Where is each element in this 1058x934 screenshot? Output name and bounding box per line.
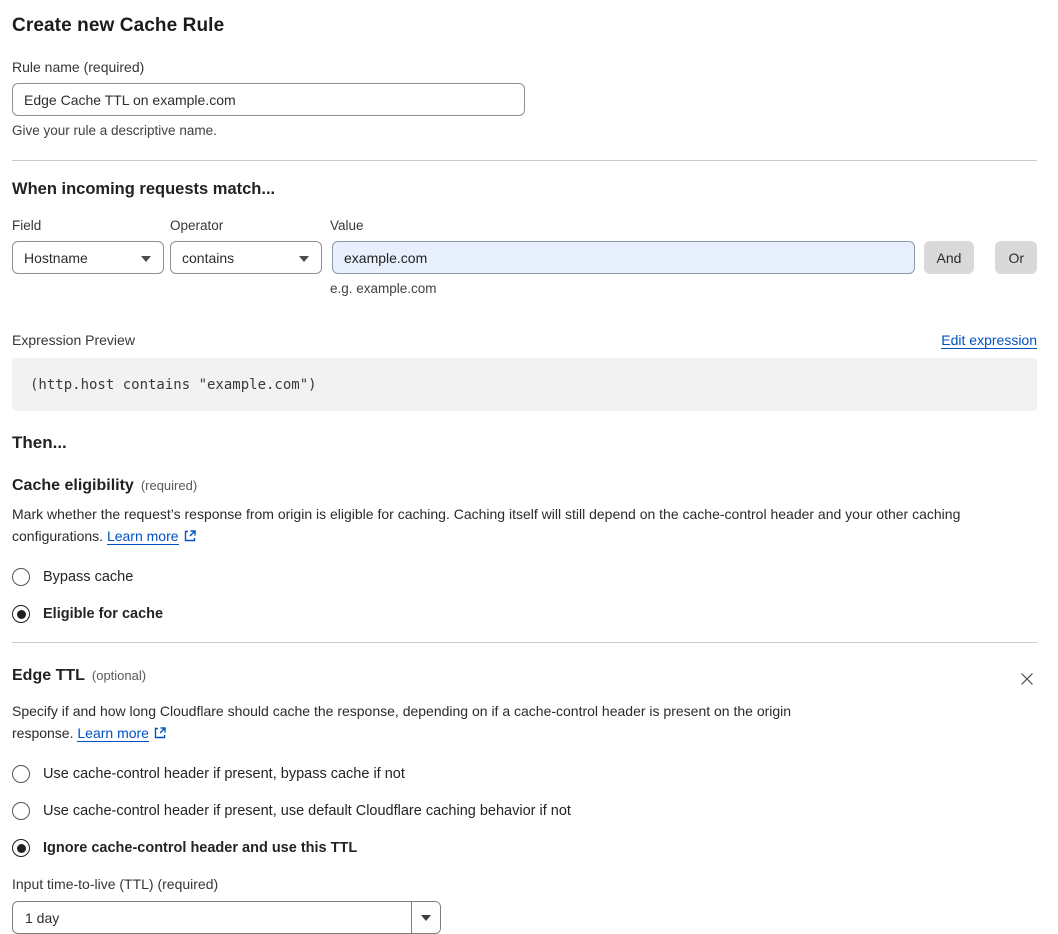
radio-icon [12,839,30,857]
then-heading: Then... [12,433,67,452]
cache-eligibility-options: Bypass cache Eligible for cache [12,568,1037,623]
value-input[interactable] [332,241,915,274]
value-helper: e.g. example.com [330,281,437,296]
operator-select-value: contains [182,249,235,266]
external-link-icon [183,528,197,550]
cache-eligibility-heading-row: Cache eligibility (required) [12,477,1037,495]
radio-icon [12,802,30,820]
chevron-down-icon [141,255,151,262]
cache-eligibility-learn-more-link[interactable]: Learn more [106,527,179,545]
ignore-cache-control-radio[interactable]: Ignore cache-control header and use this… [12,839,1037,857]
ttl-combobox-value[interactable]: 1 day [13,902,411,933]
radio-icon [12,605,30,623]
chevron-down-icon [421,914,431,921]
match-section-heading: When incoming requests match... [12,180,276,198]
use-cache-control-default-radio[interactable]: Use cache-control header if present, use… [12,802,1037,820]
edge-ttl-learn-more-link[interactable]: Learn more [77,724,149,742]
expression-preview-label: Expression Preview [12,332,135,348]
rule-name-helper: Give your rule a descriptive name. [12,123,217,138]
match-expression-row: Hostname contains And Or [12,241,1037,274]
or-button[interactable]: Or [995,241,1037,274]
close-icon[interactable] [1017,669,1037,692]
edit-expression-link[interactable]: Edit expression [941,332,1037,349]
edge-ttl-description: Specify if and how long Cloudflare shoul… [12,701,850,746]
field-column-label: Field [12,218,42,233]
radio-icon [12,765,30,783]
ttl-dropdown-button[interactable] [411,902,440,933]
create-cache-rule-form: Create new Cache Rule Rule name (require… [0,0,1058,934]
expression-code: (http.host contains "example.com") [30,376,317,393]
use-cache-control-bypass-radio[interactable]: Use cache-control header if present, byp… [12,765,1037,783]
and-button[interactable]: And [923,241,975,274]
match-column-labels: Field Operator Value [12,218,1037,233]
ttl-input-label: Input time-to-live (TTL) (required) [12,876,219,892]
edge-ttl-qualifier: (optional) [91,668,147,683]
edge-ttl-heading: Edge TTL [12,667,85,684]
section-divider [12,642,1037,643]
operator-column-label: Operator [170,218,224,233]
operator-select[interactable]: contains [170,241,322,274]
cache-eligibility-description: Mark whether the request’s response from… [12,504,1037,549]
page-title: Create new Cache Rule [12,15,225,36]
section-divider [12,160,1037,161]
expression-preview-row: Expression Preview Edit expression [12,332,1037,349]
field-select-value: Hostname [24,249,88,266]
cache-eligibility-qualifier: (required) [140,478,198,493]
edge-ttl-options: Use cache-control header if present, byp… [12,765,1037,857]
expression-code-block: (http.host contains "example.com") [12,358,1037,411]
cache-eligibility-heading: Cache eligibility [12,477,134,494]
field-select[interactable]: Hostname [12,241,164,274]
edge-ttl-heading-row: Edge TTL (optional) [12,667,146,685]
bypass-cache-radio[interactable]: Bypass cache [12,568,1037,586]
eligible-for-cache-radio[interactable]: Eligible for cache [12,605,1037,623]
edge-ttl-header: Edge TTL (optional) [12,667,1037,692]
chevron-down-icon [299,255,309,262]
rule-name-input[interactable] [12,83,525,116]
external-link-icon [153,725,167,747]
value-column-label: Value [330,218,364,233]
radio-icon [12,568,30,586]
rule-name-label: Rule name (required) [12,59,145,75]
